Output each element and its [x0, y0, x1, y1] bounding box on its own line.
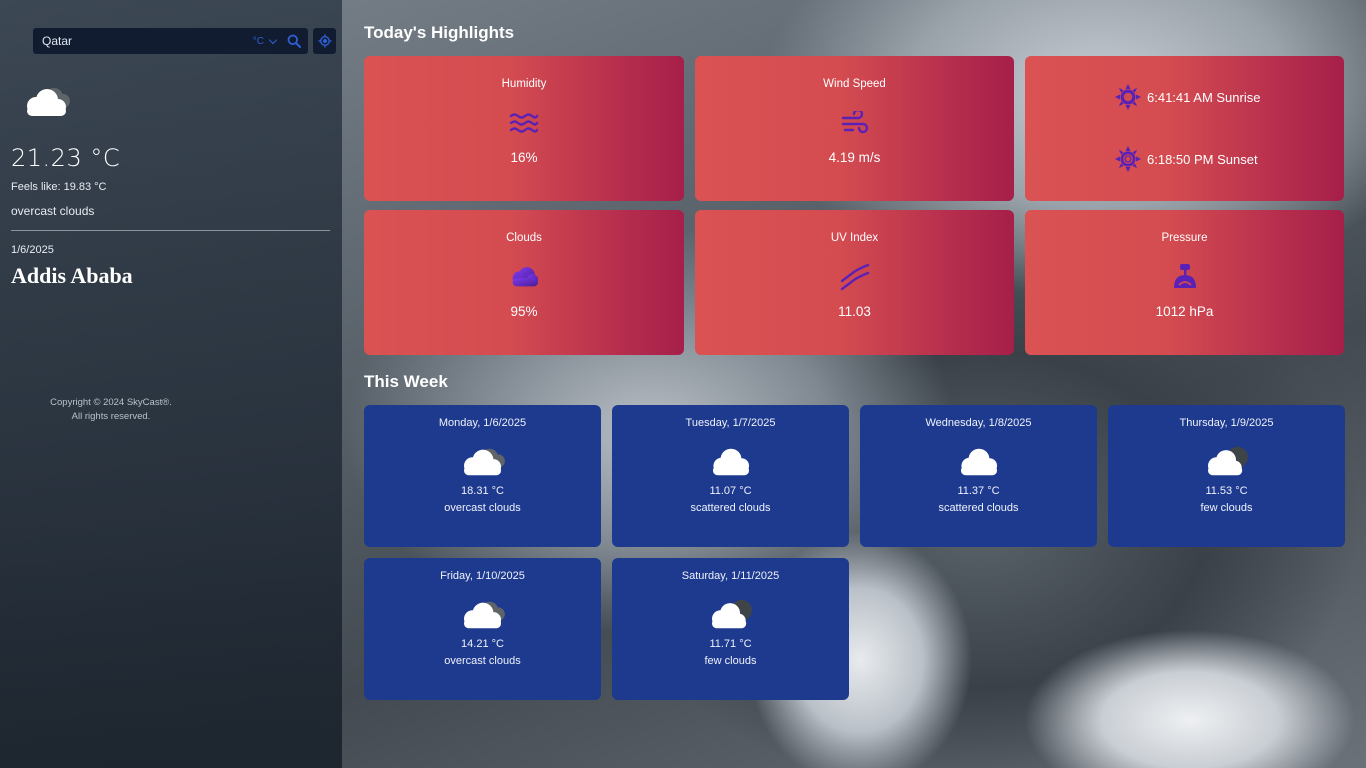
- forecast-temp: 11.71 °C: [709, 638, 752, 650]
- few-clouds-icon: [1207, 446, 1248, 476]
- clouds-label: Clouds: [506, 232, 542, 244]
- scattered-clouds-icon: [712, 448, 749, 476]
- forecast-card: Tuesday, 1/7/2025 11.07 °C scattered clo…: [612, 405, 849, 547]
- copyright: Copyright © 2024 SkyCast®. All rights re…: [0, 396, 222, 424]
- forecast-temp: 11.07 °C: [709, 485, 752, 497]
- sidebar: °C 2: [0, 0, 342, 768]
- sun-icon: [1115, 84, 1141, 110]
- clouds-value: 95%: [510, 304, 538, 319]
- forecast-day: Wednesday, 1/8/2025: [925, 417, 1032, 429]
- sunrise-row: 6:41:41 AM Sunrise: [1115, 84, 1260, 110]
- forecast-day: Tuesday, 1/7/2025: [685, 417, 776, 429]
- sun-card: 6:41:41 AM Sunrise 6:18:50 PM Sunset: [1025, 56, 1344, 201]
- clouds-card: Clouds 95%: [364, 210, 684, 355]
- waves-icon: [508, 108, 540, 138]
- forecast-card: Wednesday, 1/8/2025 11.37 °C scattered c…: [860, 405, 1097, 547]
- scattered-clouds-icon: [960, 448, 997, 476]
- sunset-value: 6:18:50 PM Sunset: [1147, 151, 1258, 167]
- divider: [11, 230, 330, 231]
- overcast-clouds-icon: [463, 601, 505, 629]
- sunrise-value: 6:41:41 AM Sunrise: [1147, 89, 1261, 105]
- forecast-desc: few clouds: [1200, 502, 1253, 514]
- forecast-desc: overcast clouds: [444, 655, 521, 667]
- highlights-grid: Humidity 16% Wind Speed 4.19 m/s 6:41:41…: [364, 56, 1344, 355]
- forecast-desc: overcast clouds: [444, 502, 521, 514]
- humidity-card: Humidity 16%: [364, 56, 684, 201]
- forecast-card: Friday, 1/10/2025 14.21 °C overcast clou…: [364, 558, 601, 700]
- forecast-temp: 11.53 °C: [1205, 485, 1248, 497]
- copyright-line-1: Copyright © 2024 SkyCast®.: [50, 397, 172, 408]
- forecast-desc: few clouds: [704, 655, 757, 667]
- wind-icon: [839, 108, 871, 138]
- forecast-desc: scattered clouds: [690, 502, 771, 514]
- current-date: 1/6/2025: [11, 244, 54, 256]
- copyright-line-2: All rights reserved.: [71, 411, 151, 422]
- search-box: °C: [33, 28, 308, 54]
- wind-value: 4.19 m/s: [828, 150, 881, 165]
- forecast-card: Saturday, 1/11/2025 11.71 °C few clouds: [612, 558, 849, 700]
- forecast-day: Saturday, 1/11/2025: [681, 570, 780, 582]
- search-icon: [287, 34, 301, 48]
- forecast-desc: scattered clouds: [938, 502, 1019, 514]
- pressure-label: Pressure: [1161, 232, 1208, 244]
- city-name: Addis Ababa: [11, 263, 133, 288]
- chevron-down-icon: [268, 35, 278, 44]
- sunset-row: 6:18:50 PM Sunset: [1115, 146, 1258, 172]
- pressure-value: 1012 hPa: [1155, 304, 1214, 319]
- uv-card: UV Index 11.03: [695, 210, 1014, 355]
- forecast-day: Monday, 1/6/2025: [438, 417, 527, 429]
- search-bar: °C: [33, 28, 336, 54]
- wind-card: Wind Speed 4.19 m/s: [695, 56, 1014, 201]
- forecast-temp: 18.31 °C: [461, 485, 504, 497]
- forecast-temp: 11.37 °C: [957, 485, 1000, 497]
- uv-icon: [839, 262, 871, 292]
- sun-icon: [1115, 146, 1141, 172]
- unit-select[interactable]: °C: [252, 35, 278, 47]
- week-title: This Week: [364, 372, 448, 391]
- forecast-card: Monday, 1/6/2025 18.31 °C overcast cloud…: [364, 405, 601, 547]
- search-button[interactable]: [286, 33, 302, 49]
- overcast-clouds-icon: [463, 448, 505, 476]
- current-condition: overcast clouds: [11, 204, 95, 218]
- uv-value: 11.03: [838, 304, 871, 319]
- search-input[interactable]: [42, 34, 253, 48]
- unit-select-value: °C: [252, 35, 264, 47]
- forecast-temp: 14.21 °C: [461, 638, 504, 650]
- current-location-button[interactable]: [313, 28, 336, 54]
- overcast-clouds-icon: [27, 88, 70, 116]
- feels-like: Feels like: 19.83 °C: [11, 181, 107, 193]
- cloud-icon: [508, 262, 540, 292]
- forecast-card: Thursday, 1/9/2025 11.53 °C few clouds: [1108, 405, 1345, 547]
- crosshair-icon: [318, 34, 331, 48]
- few-clouds-icon: [711, 599, 752, 629]
- forecast-day: Friday, 1/10/2025: [440, 570, 525, 582]
- humidity-value: 16%: [510, 150, 538, 165]
- highlights-title: Today's Highlights: [364, 23, 515, 42]
- pressure-icon: [1169, 262, 1201, 292]
- forecast-day: Thursday, 1/9/2025: [1179, 417, 1274, 429]
- wind-label: Wind Speed: [823, 78, 886, 90]
- pressure-card: Pressure 1012 hPa: [1025, 210, 1344, 355]
- uv-label: UV Index: [830, 232, 879, 244]
- week-forecast-grid: Monday, 1/6/2025 18.31 °C overcast cloud…: [364, 405, 1345, 700]
- humidity-label: Humidity: [501, 78, 547, 90]
- current-temperature: 21.23 °C: [11, 144, 121, 172]
